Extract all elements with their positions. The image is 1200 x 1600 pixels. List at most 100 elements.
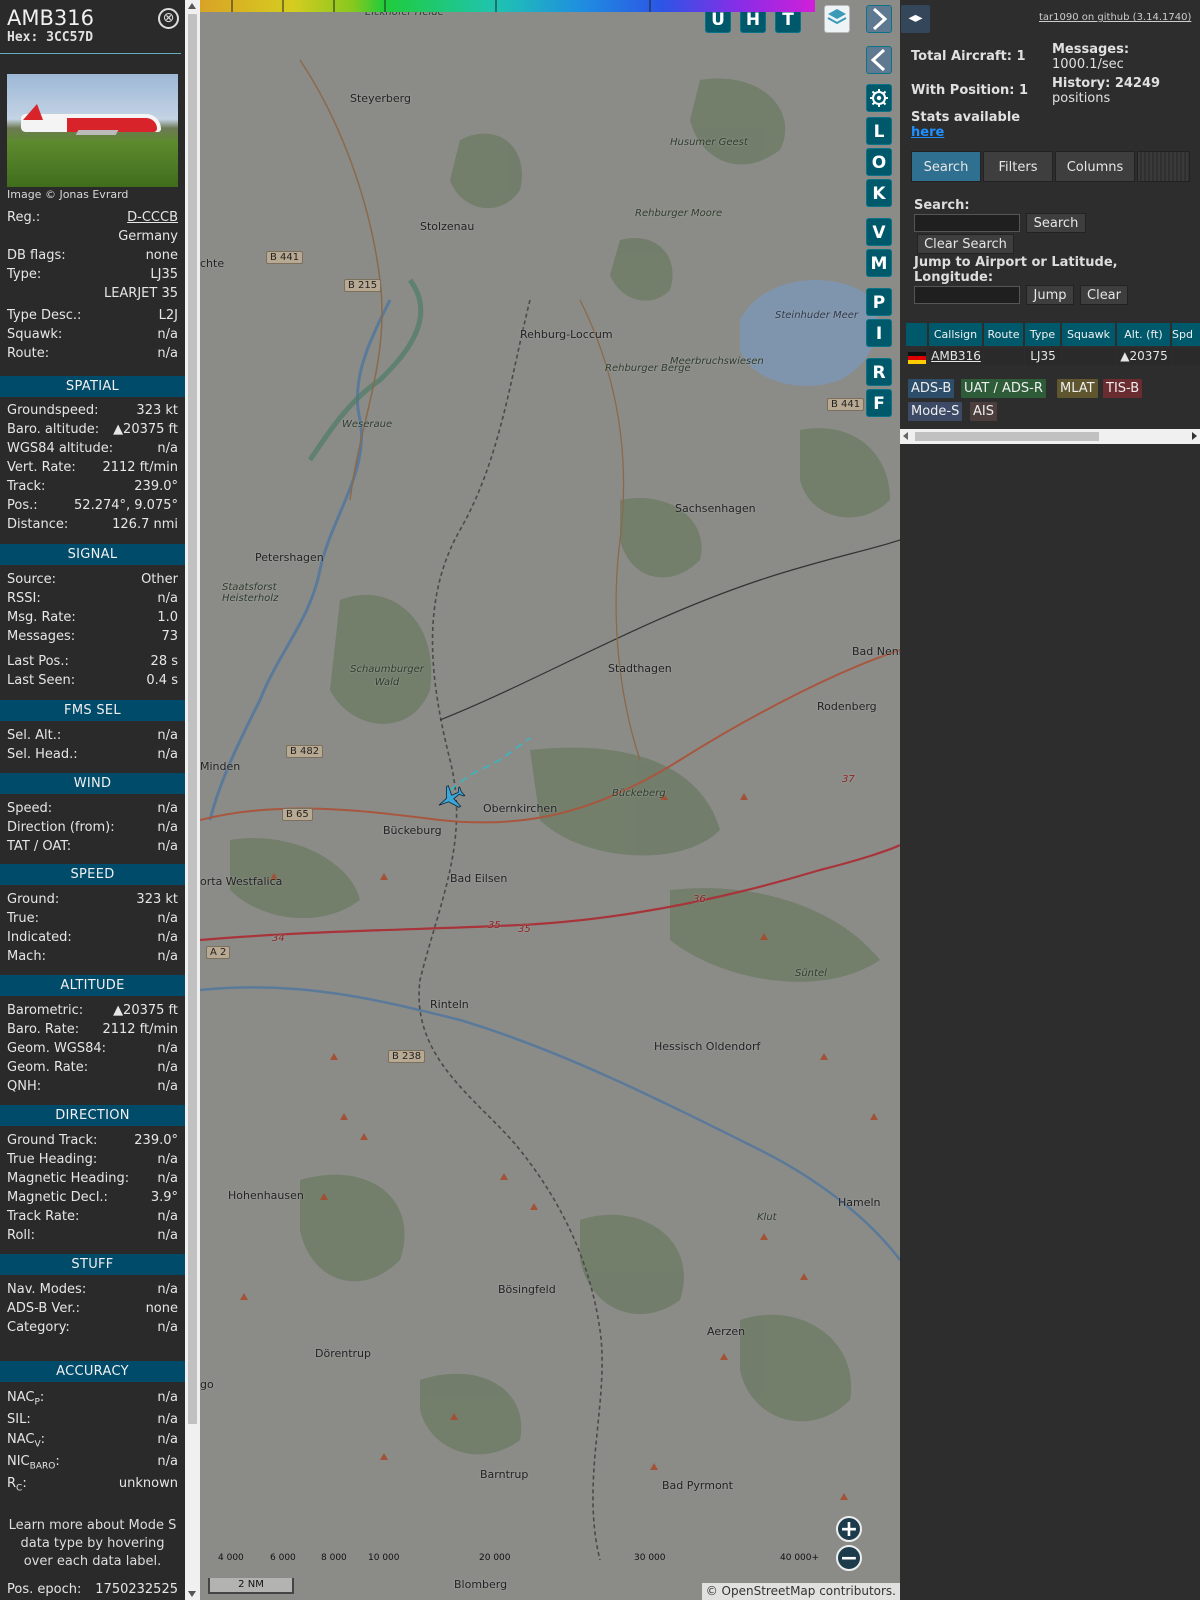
table-header-route[interactable]: Route	[984, 323, 1024, 346]
toggle-i-button[interactable]: I	[866, 319, 892, 347]
toggle-sidebar-button[interactable]: ◂▸	[901, 5, 930, 33]
altitude-label-30000: 30 000	[634, 1553, 666, 1563]
info-row-last-seen: Last Seen: 0.4 s	[7, 673, 178, 688]
place-steyerberg: Steyerberg	[350, 92, 411, 105]
table-row-route[interactable]	[984, 348, 1024, 365]
table-horizontal-scrollbar[interactable]	[900, 429, 1200, 444]
section-speed: SPEED	[0, 864, 185, 885]
tab-filters[interactable]: Filters	[983, 151, 1053, 182]
place-petershagen: Petershagen	[255, 551, 324, 564]
history-positions: positions	[1052, 91, 1111, 106]
road-34: 34	[272, 933, 285, 944]
map-view[interactable]: Eickhofer Heide Steyerberg Stolzenau cht…	[200, 0, 900, 1600]
zoom-out-button[interactable]: −	[836, 1545, 862, 1571]
clear-search-button[interactable]: Clear Search	[917, 234, 1014, 254]
table-header-callsign[interactable]: Callsign	[929, 323, 983, 346]
info-row-wind-direction: Direction (from): n/a	[7, 820, 178, 835]
toggle-r-button[interactable]: R	[866, 358, 892, 386]
place-doerentrup: Dörentrup	[315, 1347, 372, 1360]
toggle-v-button[interactable]: V	[866, 218, 892, 246]
place-buckeberg: Bückeberg	[612, 788, 666, 799]
jump-input[interactable]	[914, 286, 1020, 304]
stats-link[interactable]: here	[911, 125, 944, 140]
next-aircraft-button[interactable]	[866, 5, 892, 33]
info-row-sel-alt: Sel. Alt.: n/a	[7, 728, 178, 743]
table-row-altitude[interactable]: ▲20375	[1117, 348, 1171, 365]
info-row-baro-alt: Baro. altitude: ▲20375 ft	[7, 422, 178, 437]
map-attribution[interactable]: © OpenStreetMap contributors.	[701, 1583, 900, 1600]
toggle-p-button[interactable]: P	[866, 288, 892, 316]
table-header-speed[interactable]: Spd	[1172, 323, 1200, 346]
toggle-f-button[interactable]: F	[866, 389, 892, 417]
hex-label: Hex:	[7, 30, 39, 45]
registration-link[interactable]: D-CCCB	[127, 210, 178, 225]
previous-aircraft-button[interactable]	[866, 46, 892, 74]
toggle-l-button[interactable]: L	[866, 117, 892, 145]
close-icon[interactable]: ⊗	[158, 8, 179, 29]
total-aircraft: Total Aircraft: 1	[911, 49, 1026, 64]
toggle-k-button[interactable]: K	[866, 179, 892, 207]
place-rehburger-moore: Rehburger Moore	[635, 208, 723, 219]
scroll-right-icon[interactable]	[1192, 432, 1197, 440]
place-staatsforst-heisterholz: Staatsforst Heisterholz	[222, 582, 279, 604]
toggle-o-button[interactable]: O	[866, 148, 892, 176]
place-bad-pyrmont: Bad Pyrmont	[662, 1479, 733, 1492]
messages-label: Messages:	[1052, 42, 1130, 57]
search-button[interactable]: Search	[1026, 213, 1086, 233]
place-stadthagen: Stadthagen	[608, 662, 672, 675]
info-row-true-heading: True Heading: n/a	[7, 1152, 178, 1167]
place-schaumburger-wald: Schaumburger Wald	[350, 664, 424, 688]
table-row-type[interactable]: LJ35	[1025, 348, 1061, 365]
scroll-left-icon[interactable]	[903, 432, 908, 440]
tab-extra[interactable]	[1137, 151, 1190, 182]
tab-columns[interactable]: Columns	[1055, 151, 1135, 182]
info-row-wgs84-alt: WGS84 altitude: n/a	[7, 441, 178, 456]
chevron-left-icon	[870, 48, 886, 72]
info-row-track: Track: 239.0°	[7, 479, 178, 494]
table-row-squawk[interactable]	[1062, 348, 1116, 365]
legend-uat-adsr: UAT / ADS-R	[961, 379, 1046, 398]
place-rehburg-loccum: Rehburg-Loccum	[520, 328, 613, 341]
road-b482: B 482	[286, 745, 324, 758]
table-header-flag	[906, 323, 928, 346]
info-row-type-desc: Type Desc.: L2J	[7, 308, 178, 323]
settings-button[interactable]	[866, 84, 892, 112]
clear-jump-button[interactable]: Clear	[1080, 285, 1128, 305]
scrollbar-thumb[interactable]	[188, 14, 197, 1424]
tab-search[interactable]: Search	[911, 151, 981, 182]
aircraft-photo[interactable]	[7, 74, 178, 187]
scroll-up-icon[interactable]	[188, 3, 196, 9]
table-header-altitude[interactable]: Alt. (ft)	[1117, 323, 1171, 346]
road-b441-east: B 441	[827, 398, 865, 411]
place-suntel: Süntel	[795, 968, 827, 979]
info-panel-scrollbar[interactable]	[185, 0, 200, 1600]
jump-button[interactable]: Jump	[1026, 285, 1074, 305]
legend-mode-s: Mode-S	[908, 402, 963, 421]
section-direction: DIRECTION	[0, 1105, 185, 1126]
table-row-callsign[interactable]: AMB316	[929, 348, 983, 365]
road-37: 37	[842, 774, 855, 785]
table-header-squawk[interactable]: Squawk	[1062, 323, 1116, 346]
altitude-label-10000: 10 000	[368, 1553, 400, 1563]
info-row-type: Type: LJ35	[7, 267, 178, 282]
place-blomberg: Blomberg	[454, 1578, 508, 1591]
info-row-mag-heading: Magnetic Heading: n/a	[7, 1171, 178, 1186]
scroll-down-icon[interactable]	[188, 1591, 196, 1597]
zoom-in-button[interactable]: +	[836, 1516, 862, 1542]
germany-flag-icon	[908, 352, 926, 364]
info-row-true-speed: True: n/a	[7, 911, 178, 926]
table-header-type[interactable]: Type	[1025, 323, 1061, 346]
info-row-qnh: QNH: n/a	[7, 1079, 178, 1094]
info-row-groundspeed: Groundspeed: 323 kt	[7, 403, 178, 418]
layers-button[interactable]	[824, 5, 850, 33]
search-input[interactable]	[914, 214, 1020, 232]
info-row-msg-rate: Msg. Rate: 1.0	[7, 610, 178, 625]
github-link[interactable]: tar1090 on github (3.14.1740)	[1039, 12, 1191, 23]
legend-ais: AIS	[970, 402, 997, 421]
info-row-source: Source: Other	[7, 572, 178, 587]
info-row-pos-epoch: Pos. epoch: 1750232525	[7, 1582, 178, 1597]
toggle-m-button[interactable]: M	[866, 249, 892, 277]
table-row-speed[interactable]	[1172, 348, 1200, 365]
info-row-nacp: NACP: n/a	[7, 1390, 178, 1408]
horizontal-scrollbar-thumb[interactable]	[915, 432, 1099, 441]
